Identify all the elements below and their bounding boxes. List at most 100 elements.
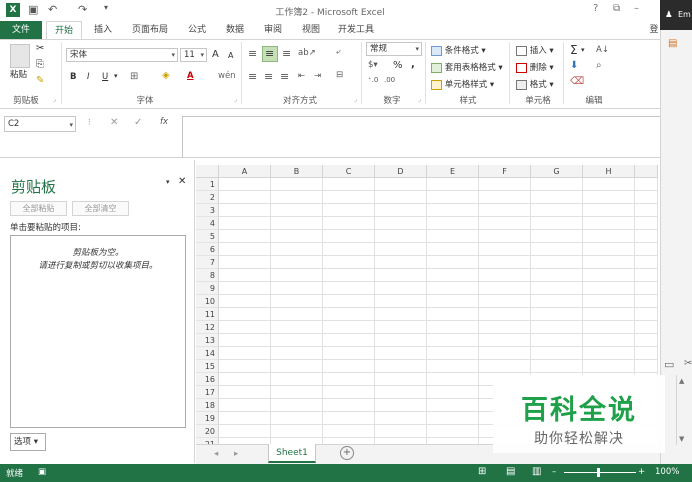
tab-developer[interactable]: 开发工具 xyxy=(334,21,378,39)
grid-cell[interactable] xyxy=(323,282,375,295)
row-header[interactable]: 8 xyxy=(196,269,219,282)
fill-color-icon[interactable]: ◈ xyxy=(162,70,170,81)
grid-cell[interactable] xyxy=(375,191,427,204)
grid-cell[interactable] xyxy=(271,386,323,399)
orientation-icon[interactable]: ab↗ xyxy=(298,48,316,58)
grid-cell[interactable] xyxy=(635,243,658,256)
grid-cell[interactable] xyxy=(635,321,658,334)
row-header[interactable]: 19 xyxy=(196,412,219,425)
grid-cell[interactable] xyxy=(323,269,375,282)
row-header[interactable]: 14 xyxy=(196,347,219,360)
grid-cell[interactable] xyxy=(427,191,479,204)
grid-cell[interactable] xyxy=(271,412,323,425)
row-header[interactable]: 15 xyxy=(196,360,219,373)
grid-cell[interactable] xyxy=(375,295,427,308)
grid-cell[interactable] xyxy=(219,282,271,295)
grid-cell[interactable] xyxy=(219,347,271,360)
grid-cell[interactable] xyxy=(271,321,323,334)
row-header[interactable]: 20 xyxy=(196,425,219,438)
grid-cell[interactable] xyxy=(427,412,479,425)
grid-cell[interactable] xyxy=(323,217,375,230)
tab-data[interactable]: 数据 xyxy=(220,21,250,39)
grid-cell[interactable] xyxy=(271,425,323,438)
grid-cell[interactable] xyxy=(479,269,531,282)
grid-cell[interactable] xyxy=(271,243,323,256)
grid-cell[interactable] xyxy=(219,399,271,412)
insert-function-icon[interactable]: fx xyxy=(160,117,168,127)
grid-cell[interactable] xyxy=(427,425,479,438)
tab-file[interactable]: 文件 xyxy=(0,21,42,39)
select-all-corner[interactable] xyxy=(196,165,219,178)
grid-cell[interactable] xyxy=(323,399,375,412)
grid-cell[interactable] xyxy=(635,217,658,230)
grid-cell[interactable] xyxy=(375,373,427,386)
bold-button[interactable]: B xyxy=(70,72,76,82)
grid-cell[interactable] xyxy=(583,269,635,282)
grid-cell[interactable] xyxy=(583,334,635,347)
grid-cell[interactable] xyxy=(583,230,635,243)
grid-cell[interactable] xyxy=(271,178,323,191)
wrap-text-icon[interactable]: ⤶ xyxy=(336,47,341,57)
clipboard-options-button[interactable]: 选项 ▾ xyxy=(10,433,46,451)
grid-cell[interactable] xyxy=(271,373,323,386)
grid-cell[interactable] xyxy=(479,217,531,230)
grid-cell[interactable] xyxy=(375,308,427,321)
grid-cell[interactable] xyxy=(427,347,479,360)
grid-cell[interactable] xyxy=(427,243,479,256)
tab-view[interactable]: 视图 xyxy=(296,21,326,39)
grid-cell[interactable] xyxy=(479,191,531,204)
format-as-table-button[interactable]: 套用表格格式 ▾ xyxy=(431,61,503,73)
grid-cell[interactable] xyxy=(583,308,635,321)
grid-cell[interactable] xyxy=(427,230,479,243)
cut-icon[interactable]: ✂ xyxy=(36,43,44,54)
grid-cell[interactable] xyxy=(375,269,427,282)
grid-cell[interactable] xyxy=(375,282,427,295)
normal-view-icon[interactable]: ⊞ xyxy=(478,466,486,477)
column-header-partial[interactable] xyxy=(635,165,658,178)
tab-home[interactable]: 开始 xyxy=(46,21,82,39)
chevron-down-icon[interactable]: ▾ xyxy=(581,46,585,54)
grid-cell[interactable] xyxy=(219,308,271,321)
column-header[interactable]: H xyxy=(583,165,635,178)
grid-cell[interactable] xyxy=(479,360,531,373)
grid-cell[interactable] xyxy=(375,217,427,230)
cell-styles-button[interactable]: 单元格样式 ▾ xyxy=(431,78,494,90)
grid-cell[interactable] xyxy=(583,347,635,360)
pane-options-icon[interactable]: ▾ xyxy=(166,178,170,186)
grid-cell[interactable] xyxy=(271,334,323,347)
grid-cell[interactable] xyxy=(219,295,271,308)
grid-cell[interactable] xyxy=(375,360,427,373)
increase-indent-icon[interactable]: ⇥ xyxy=(314,71,321,81)
grid-cell[interactable] xyxy=(219,178,271,191)
border-icon[interactable]: ⊞ xyxy=(130,71,138,82)
format-painter-icon[interactable]: ✎ xyxy=(36,75,44,86)
grid-cell[interactable] xyxy=(271,191,323,204)
grid-cell[interactable] xyxy=(635,191,658,204)
grid-cell[interactable] xyxy=(583,243,635,256)
grid-cell[interactable] xyxy=(479,282,531,295)
grid-cell[interactable] xyxy=(219,191,271,204)
page-layout-view-icon[interactable]: ▤ xyxy=(506,466,515,477)
paste-label[interactable]: 粘贴 xyxy=(10,68,27,80)
more-options-icon[interactable]: ⁝ xyxy=(88,118,91,128)
row-header[interactable]: 10 xyxy=(196,295,219,308)
decrease-decimal-icon[interactable]: .00 xyxy=(384,76,395,84)
grid-cell[interactable] xyxy=(219,256,271,269)
font-launcher-icon[interactable]: ⌟ xyxy=(234,96,237,103)
italic-button[interactable]: I xyxy=(87,72,90,82)
grid-cell[interactable] xyxy=(271,399,323,412)
underline-button[interactable]: U xyxy=(102,72,108,82)
row-header[interactable]: 4 xyxy=(196,217,219,230)
grid-cell[interactable] xyxy=(583,178,635,191)
grid-cell[interactable] xyxy=(323,334,375,347)
grid-cell[interactable] xyxy=(375,412,427,425)
zoom-out-icon[interactable]: – xyxy=(552,467,556,477)
grid-cell[interactable] xyxy=(531,321,583,334)
grid-cell[interactable] xyxy=(531,295,583,308)
tab-page-layout[interactable]: 页面布局 xyxy=(128,21,172,39)
grid-cell[interactable] xyxy=(219,321,271,334)
grid-cell[interactable] xyxy=(323,373,375,386)
grid-cell[interactable] xyxy=(375,178,427,191)
grid-cell[interactable] xyxy=(219,204,271,217)
save-icon[interactable]: ▣ xyxy=(28,3,38,16)
